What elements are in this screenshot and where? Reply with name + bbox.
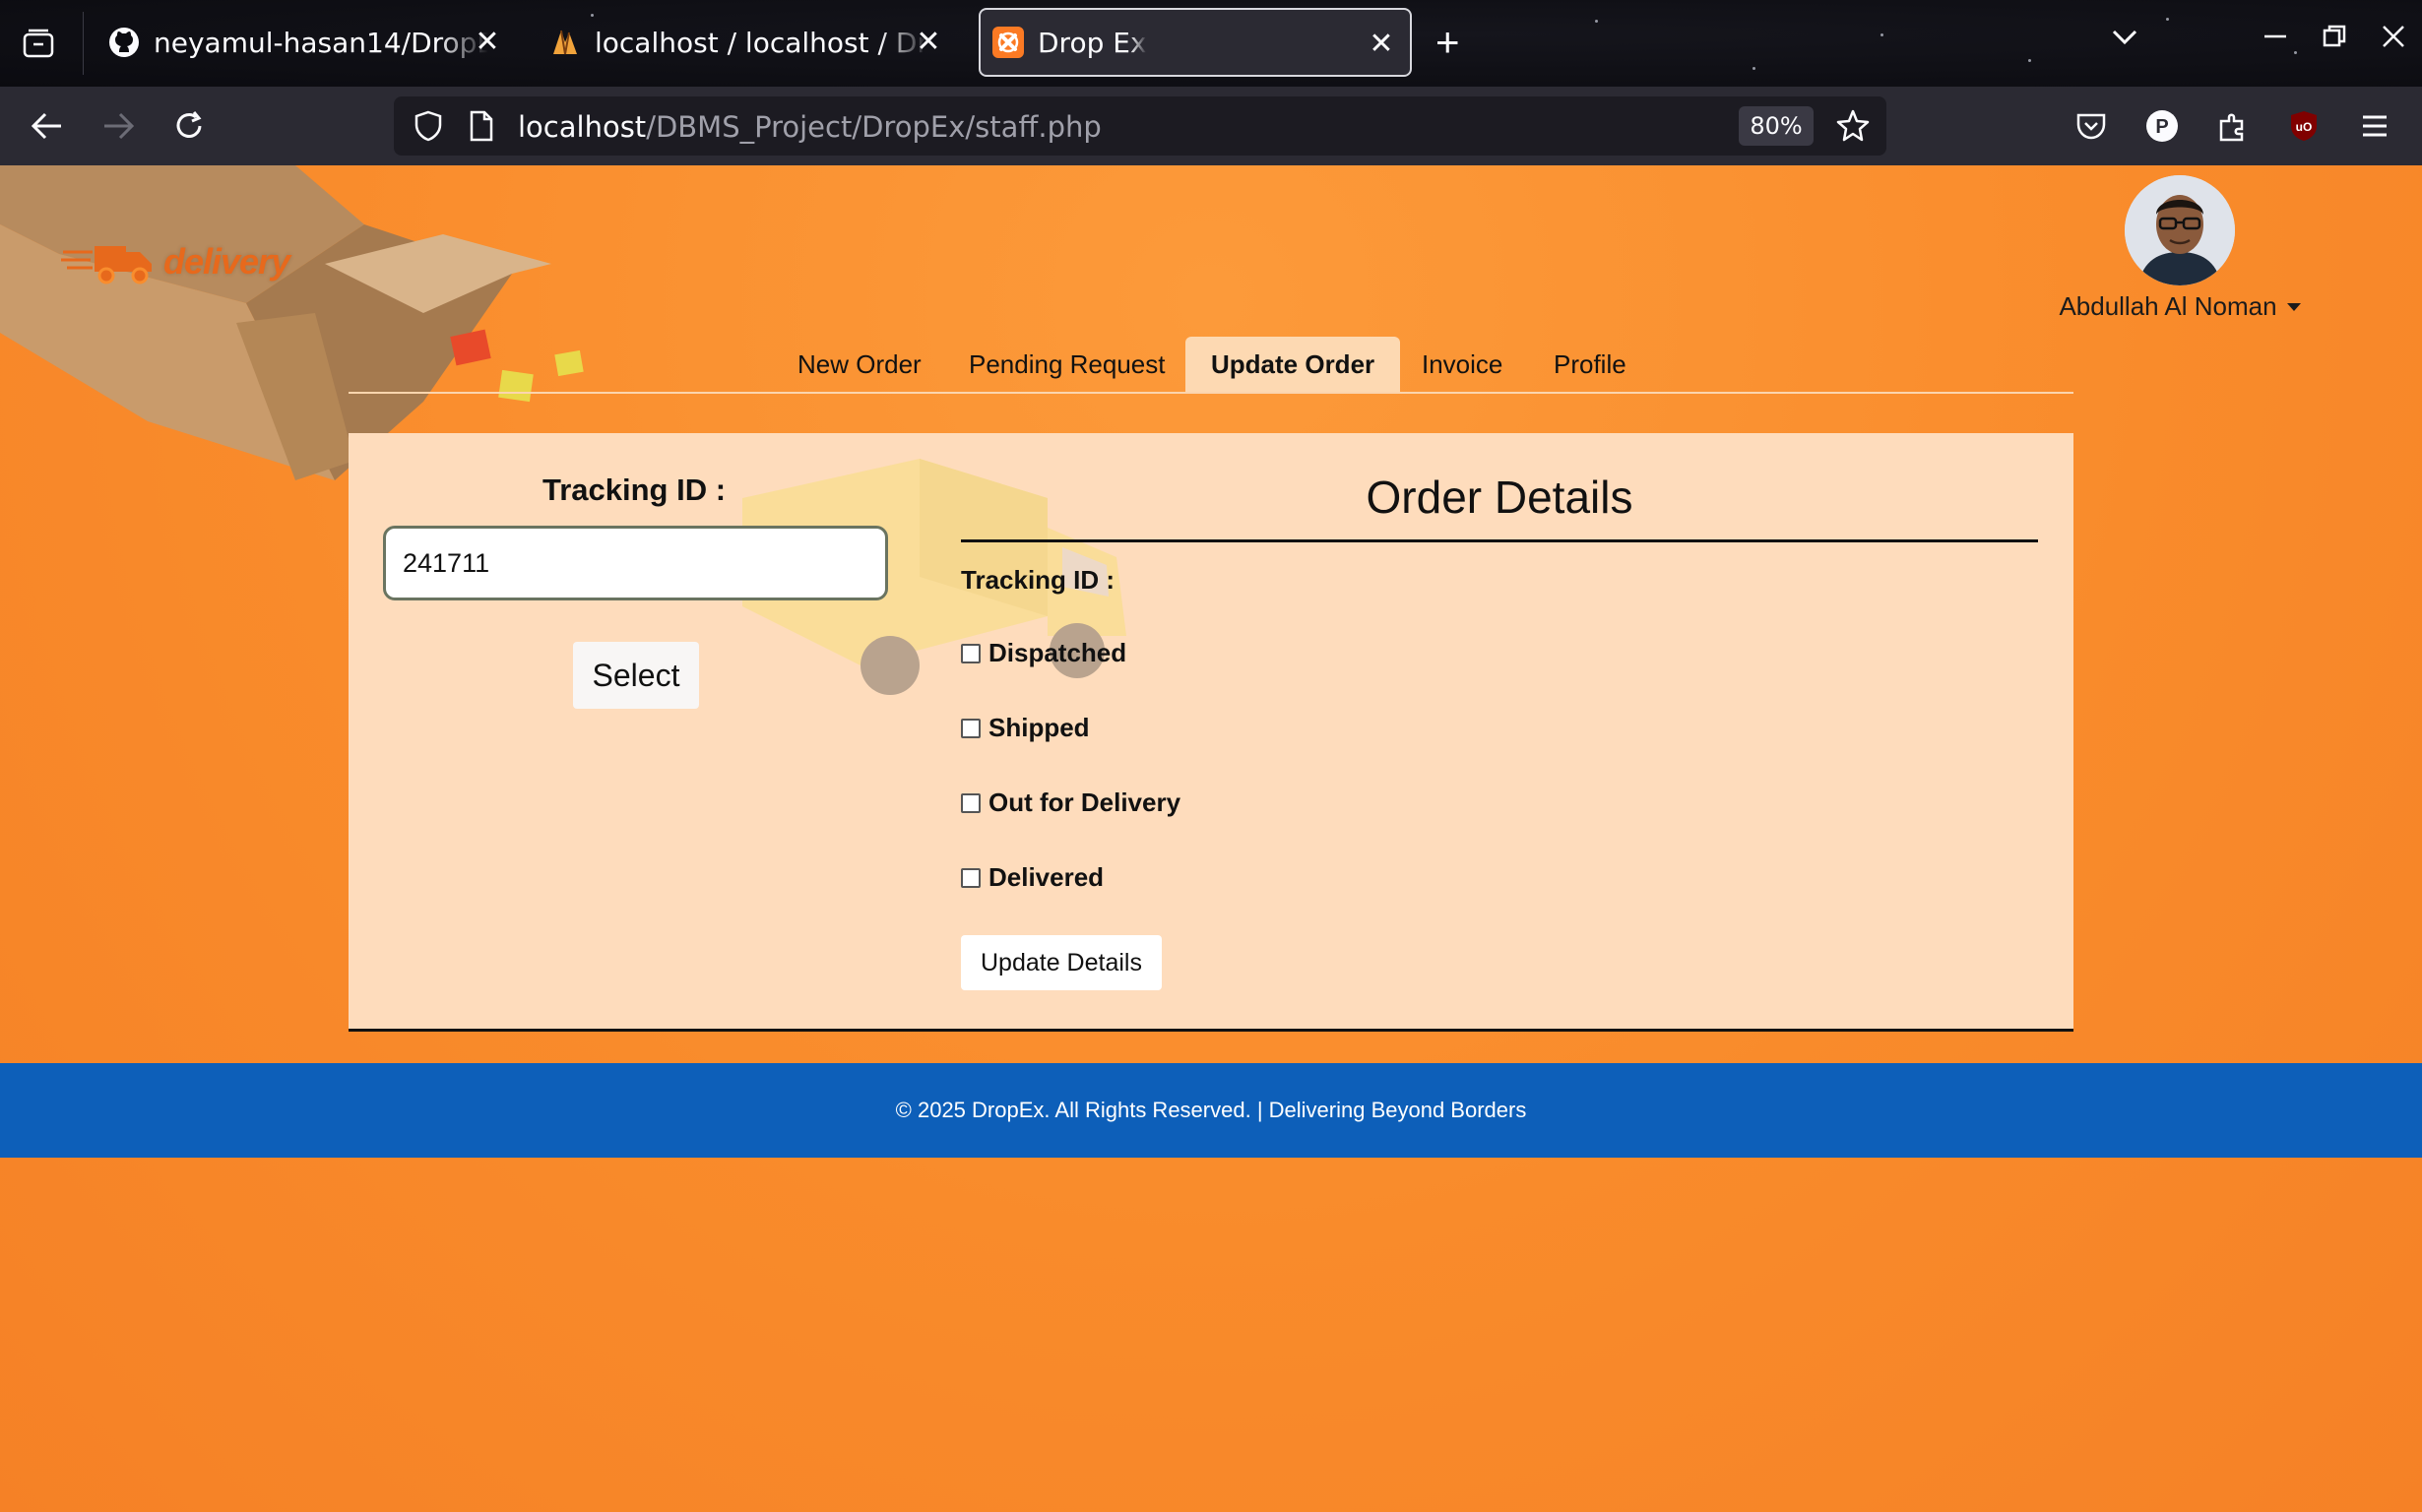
- close-window-icon[interactable]: [2381, 24, 2406, 57]
- site-logo[interactable]: delivery: [61, 238, 290, 285]
- xampp-icon: [992, 27, 1024, 58]
- divider: [961, 539, 2038, 542]
- browser-nav-bar: localhost/DBMS_Project/DropEx/staff.php …: [0, 87, 2422, 165]
- page-viewport: delivery Abdullah Al Noman New Order Pen…: [0, 165, 2422, 1512]
- tab-title: neyamul-hasan14/DropEx: [154, 26, 488, 59]
- address-bar[interactable]: localhost/DBMS_Project/DropEx/staff.php …: [394, 96, 1886, 156]
- tab-list-icon[interactable]: [18, 24, 59, 63]
- hamburger-menu-icon[interactable]: [2355, 106, 2394, 146]
- back-icon[interactable]: [28, 106, 67, 146]
- svg-text:P: P: [2155, 116, 2168, 138]
- tracking-id-input[interactable]: [383, 526, 888, 600]
- user-menu[interactable]: Abdullah Al Noman: [2059, 175, 2301, 322]
- url-host: localhost: [518, 110, 647, 144]
- main-nav: New Order Pending Request Update Order I…: [349, 337, 2073, 394]
- user-name-dropdown[interactable]: Abdullah Al Noman: [2059, 291, 2301, 322]
- user-name: Abdullah Al Noman: [2059, 291, 2277, 321]
- delivery-truck-icon: [61, 246, 152, 284]
- update-details-button[interactable]: Update Details: [961, 935, 1162, 990]
- tab-title: Drop Ex: [1038, 26, 1147, 59]
- avatar[interactable]: [2125, 175, 2235, 285]
- nav-new-order[interactable]: New Order: [772, 337, 947, 392]
- svg-text:uO: uO: [2296, 120, 2313, 134]
- delivered-checkbox[interactable]: [961, 867, 981, 888]
- select-button[interactable]: Select: [573, 642, 699, 709]
- chevron-down-icon: [2286, 302, 2301, 311]
- bookmark-star-icon[interactable]: [1835, 108, 1871, 149]
- dispatched-checkbox[interactable]: [961, 643, 981, 663]
- pocket-icon[interactable]: [2071, 106, 2111, 146]
- out-for-delivery-checkbox[interactable]: [961, 792, 981, 813]
- shipped-checkbox[interactable]: [961, 718, 981, 738]
- ublock-origin-icon[interactable]: uO: [2284, 106, 2324, 146]
- tracking-id-label: Tracking ID :: [542, 472, 727, 507]
- browser-tab-github[interactable]: neyamul-hasan14/DropEx ✕: [102, 8, 516, 77]
- browser-tab-phpmyadmin[interactable]: localhost / localhost / Dro ✕: [543, 8, 957, 77]
- tab-separator: [83, 12, 84, 75]
- nav-pending-request[interactable]: Pending Request: [943, 337, 1190, 392]
- shield-icon[interactable]: [414, 110, 443, 147]
- minimize-icon[interactable]: [2263, 24, 2288, 57]
- footer-text: © 2025 DropEx. All Rights Reserved. | De…: [895, 1098, 1527, 1122]
- close-tab-icon[interactable]: ✕: [1367, 30, 1396, 59]
- update-order-card: Tracking ID : Select Order Details Track…: [349, 433, 2073, 1032]
- order-details-title: Order Details: [1366, 472, 1633, 523]
- tab-title: localhost / localhost / Dro: [595, 26, 929, 59]
- browser-tab-bar: neyamul-hasan14/DropEx ✕ localhost / loc…: [0, 0, 2422, 87]
- close-tab-icon[interactable]: ✕: [473, 28, 502, 57]
- nav-invoice[interactable]: Invoice: [1396, 337, 1528, 392]
- url-path: /DBMS_Project/DropEx/staff.php: [646, 110, 1102, 144]
- forward-icon[interactable]: [98, 106, 138, 146]
- close-tab-icon[interactable]: ✕: [914, 28, 943, 57]
- extensions-puzzle-icon[interactable]: [2213, 106, 2253, 146]
- github-icon: [108, 27, 140, 58]
- page-icon[interactable]: [469, 110, 494, 147]
- order-tracking-id-label: Tracking ID :: [961, 565, 1115, 595]
- nav-update-order[interactable]: Update Order: [1185, 337, 1401, 392]
- status-delivered[interactable]: Delivered: [961, 862, 1104, 893]
- restore-icon[interactable]: [2322, 24, 2347, 57]
- status-label: Shipped: [988, 713, 1090, 742]
- status-dispatched[interactable]: Dispatched: [961, 638, 1126, 668]
- reload-icon[interactable]: [169, 106, 209, 146]
- profile-extension-icon[interactable]: P: [2142, 106, 2182, 146]
- status-out-for-delivery[interactable]: Out for Delivery: [961, 788, 1180, 818]
- browser-tab-dropex[interactable]: Drop Ex ✕: [979, 8, 1412, 77]
- logo-text: delivery: [163, 241, 290, 282]
- list-all-tabs-icon[interactable]: [2111, 22, 2138, 55]
- new-tab-icon[interactable]: +: [1435, 22, 1460, 63]
- status-label: Delivered: [988, 862, 1105, 892]
- phpmyadmin-icon: [549, 27, 581, 58]
- zoom-level-badge[interactable]: 80%: [1739, 106, 1814, 146]
- status-label: Dispatched: [988, 638, 1127, 667]
- status-shipped[interactable]: Shipped: [961, 713, 1090, 743]
- site-footer: © 2025 DropEx. All Rights Reserved. | De…: [0, 1063, 2422, 1158]
- nav-profile[interactable]: Profile: [1528, 337, 1652, 392]
- status-label: Out for Delivery: [988, 788, 1181, 817]
- url-text[interactable]: localhost/DBMS_Project/DropEx/staff.php: [518, 110, 1102, 144]
